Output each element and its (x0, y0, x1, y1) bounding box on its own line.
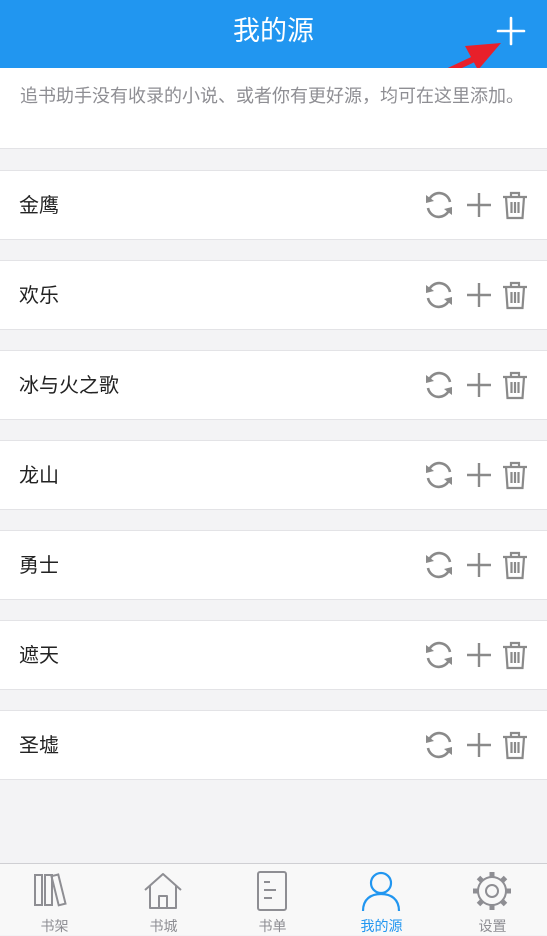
add-icon[interactable] (463, 369, 495, 401)
tab-bookshelf[interactable]: 书架 (0, 864, 109, 936)
source-name: 冰与火之歌 (19, 373, 119, 397)
refresh-icon[interactable] (423, 729, 455, 761)
refresh-icon[interactable] (423, 369, 455, 401)
source-row[interactable]: 冰与火之歌 (0, 350, 547, 420)
source-name: 龙山 (19, 463, 59, 487)
bookshelf-icon (34, 873, 67, 907)
gear-icon (473, 872, 511, 910)
source-name: 圣墟 (19, 733, 59, 757)
tab-label: 我的源 (360, 919, 403, 935)
refresh-icon[interactable] (423, 279, 455, 311)
refresh-icon[interactable] (423, 189, 455, 221)
trash-icon[interactable] (499, 189, 531, 221)
add-icon[interactable] (463, 549, 495, 581)
tab-label: 书单 (258, 919, 287, 935)
tab-bar: 书架 书城 书单 我的源 设置 (0, 863, 547, 935)
add-icon[interactable] (463, 639, 495, 671)
tab-my-sources[interactable]: 我的源 (327, 864, 436, 936)
trash-icon[interactable] (499, 369, 531, 401)
add-icon[interactable] (463, 279, 495, 311)
trash-icon[interactable] (499, 279, 531, 311)
tab-settings[interactable]: 设置 (438, 864, 547, 936)
tab-booklist[interactable]: 书单 (218, 864, 327, 936)
add-source-button[interactable] (490, 10, 532, 52)
refresh-icon[interactable] (423, 639, 455, 671)
add-icon[interactable] (463, 459, 495, 491)
source-row[interactable]: 欢乐 (0, 260, 547, 330)
tab-label: 书架 (40, 919, 69, 935)
source-name: 金鹰 (19, 193, 59, 217)
nav-bar: 我的源 (0, 0, 547, 68)
source-row[interactable]: 金鹰 (0, 170, 547, 240)
refresh-icon[interactable] (423, 459, 455, 491)
add-icon[interactable] (463, 729, 495, 761)
add-icon[interactable] (463, 189, 495, 221)
trash-icon[interactable] (499, 459, 531, 491)
refresh-icon[interactable] (423, 549, 455, 581)
source-name: 遮天 (19, 643, 59, 667)
user-icon (361, 871, 401, 912)
trash-icon[interactable] (499, 729, 531, 761)
home-icon (144, 873, 182, 909)
trash-icon[interactable] (499, 549, 531, 581)
source-row[interactable]: 龙山 (0, 440, 547, 510)
description-text: 追书助手没有收录的小说、或者你有更好源，均可在这里添加。 (0, 68, 547, 149)
tab-bookstore[interactable]: 书城 (109, 864, 218, 936)
booklist-icon (257, 871, 287, 911)
source-row[interactable]: 勇士 (0, 530, 547, 600)
tab-label: 设置 (478, 919, 507, 935)
source-name: 勇士 (19, 553, 59, 577)
source-row[interactable]: 圣墟 (0, 710, 547, 780)
source-row[interactable]: 遮天 (0, 620, 547, 690)
trash-icon[interactable] (499, 639, 531, 671)
source-name: 欢乐 (19, 283, 59, 307)
tab-label: 书城 (149, 919, 178, 935)
page-title: 我的源 (233, 16, 314, 47)
